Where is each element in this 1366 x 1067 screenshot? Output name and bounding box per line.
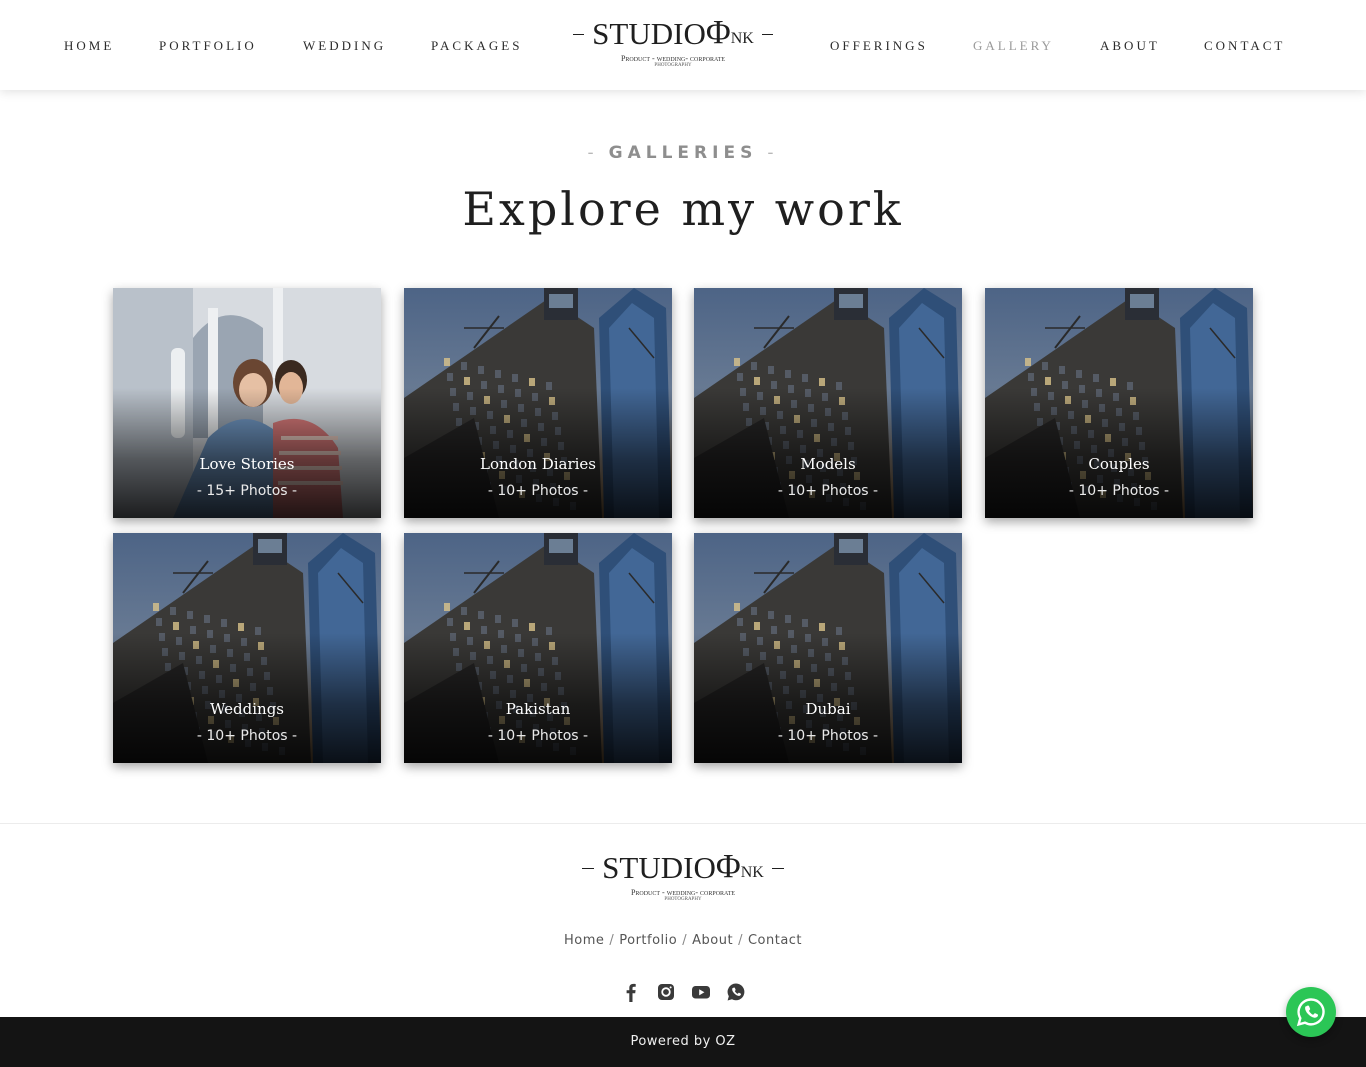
gallery-card-title: Love Stories xyxy=(199,455,295,473)
footer-link-about[interactable]: About xyxy=(692,933,733,948)
gallery-card-title: Pakistan xyxy=(505,700,571,718)
gallery-card[interactable]: Couples - 10+ Photos - xyxy=(985,288,1253,518)
gallery-card[interactable]: Models - 10+ Photos - xyxy=(694,288,962,518)
gallery-card-title: London Diaries xyxy=(479,455,597,473)
instagram-icon[interactable] xyxy=(655,981,677,1003)
youtube-icon[interactable] xyxy=(690,981,712,1003)
nav-gallery[interactable]: GALLERY xyxy=(973,38,1054,54)
nav-offerings[interactable]: OFFERINGS xyxy=(830,38,928,54)
gallery-card-title: Models xyxy=(800,455,856,473)
page-title: Explore my work xyxy=(462,182,904,236)
gallery-card[interactable]: Pakistan - 10+ Photos - xyxy=(404,533,672,763)
gallery-card[interactable]: Dubai - 10+ Photos - xyxy=(694,533,962,763)
gallery-card-count: - 10+ Photos - xyxy=(196,728,298,744)
section-eyebrow: - GALLERIES - xyxy=(587,143,779,163)
whatsapp-chat-button[interactable] xyxy=(1286,987,1336,1037)
footer-logo[interactable]: STUDIO Φ NK Product - wedding- corporate… xyxy=(580,848,786,902)
gallery-card-count: - 10+ Photos - xyxy=(1068,483,1170,499)
gallery-card-title: Dubai xyxy=(805,700,851,718)
footer-link-contact[interactable]: Contact xyxy=(748,933,802,948)
nav-wedding[interactable]: WEDDING xyxy=(303,38,386,54)
gallery-card-title: Couples xyxy=(1088,455,1150,473)
powered-by-bar: Powered by OZ xyxy=(0,1017,1366,1067)
gallery-card-count: - 10+ Photos - xyxy=(487,483,589,499)
nav-packages[interactable]: PACKAGES xyxy=(431,38,522,54)
gallery-card[interactable]: Love Stories - 15+ Photos - xyxy=(113,288,381,518)
gallery-card-title: Weddings xyxy=(209,700,285,718)
gallery-card[interactable]: Weddings - 10+ Photos - xyxy=(113,533,381,763)
whatsapp-icon xyxy=(1296,998,1325,1027)
gallery-card-count: - 10+ Photos - xyxy=(777,728,879,744)
powered-by-text[interactable]: Powered by OZ xyxy=(630,1034,735,1049)
nav-home[interactable]: HOME xyxy=(64,38,114,54)
footer-link-home[interactable]: Home xyxy=(564,933,604,948)
gallery-card[interactable]: London Diaries - 10+ Photos - xyxy=(404,288,672,518)
nav-portfolio[interactable]: PORTFOLIO xyxy=(159,38,257,54)
header-logo[interactable]: STUDIO Φ NK Product - wedding- corporate… xyxy=(573,14,773,68)
facebook-icon[interactable] xyxy=(620,981,642,1003)
whatsapp-icon[interactable] xyxy=(725,981,747,1003)
gallery-card-count: - 10+ Photos - xyxy=(487,728,589,744)
gallery-card-count: - 15+ Photos - xyxy=(196,483,298,499)
nav-contact[interactable]: CONTACT xyxy=(1204,38,1285,54)
nav-about[interactable]: ABOUT xyxy=(1100,38,1160,54)
footer-divider xyxy=(0,823,1366,824)
footer-link-portfolio[interactable]: Portfolio xyxy=(619,933,677,948)
footer-links: Home / Portfolio / About / Contact xyxy=(563,933,803,948)
gallery-card-count: - 10+ Photos - xyxy=(777,483,879,499)
site-header: HOME PORTFOLIO WEDDING PACKAGES STUDIO Φ… xyxy=(0,0,1366,90)
